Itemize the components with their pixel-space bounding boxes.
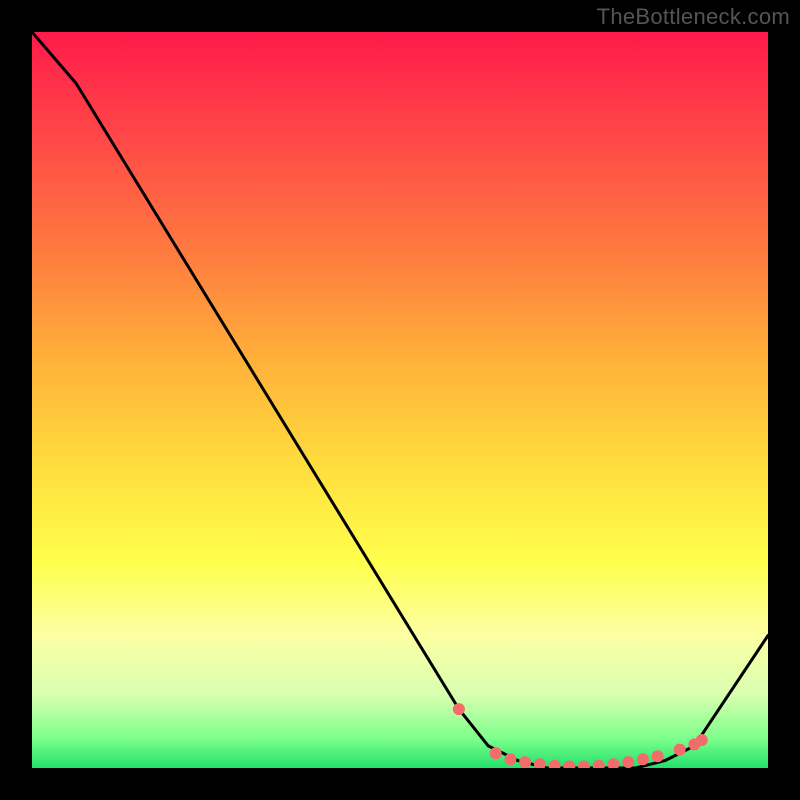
data-point bbox=[696, 734, 708, 746]
data-point bbox=[637, 753, 649, 765]
chart-svg bbox=[32, 32, 768, 768]
data-point bbox=[453, 703, 465, 715]
data-point bbox=[519, 756, 531, 768]
data-point bbox=[652, 750, 664, 762]
data-point bbox=[490, 747, 502, 759]
gradient-background bbox=[32, 32, 768, 768]
watermark-text: TheBottleneck.com bbox=[597, 4, 790, 30]
data-point bbox=[674, 744, 686, 756]
chart-frame: TheBottleneck.com bbox=[0, 0, 800, 800]
data-point bbox=[504, 753, 516, 765]
data-point bbox=[622, 756, 634, 768]
plot-area bbox=[32, 32, 768, 768]
